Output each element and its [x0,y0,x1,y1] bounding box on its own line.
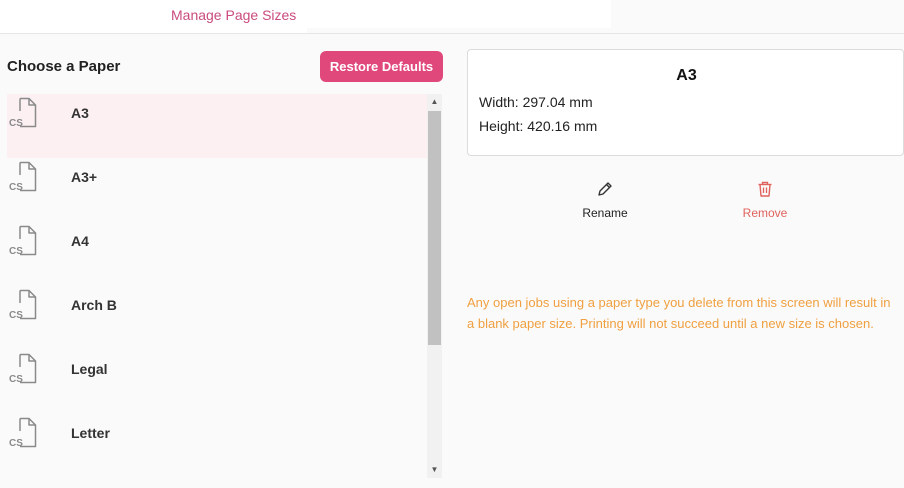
pencil-icon [598,182,612,196]
document-icon-label: CS [9,374,23,385]
paper-list-item-label: Arch B [71,297,117,313]
remove-label: Remove [742,206,788,220]
tab-manage-page-sizes[interactable]: Manage Page Sizes [0,0,307,33]
top-bar: Manage Page Sizes [0,0,904,34]
paper-list-item[interactable]: CS Legal [7,350,427,414]
restore-defaults-button[interactable]: Restore Defaults [320,51,443,82]
scroll-down-arrow-icon[interactable]: ▼ [427,462,442,478]
paper-list-scrollbar[interactable]: ▲ ▼ [427,94,442,478]
document-icon: CS [9,161,37,193]
trash-icon [758,181,772,197]
document-icon: CS [9,417,37,449]
paper-height: Height: 420.16 mm [479,118,598,134]
document-icon: CS [9,289,37,321]
paper-list-item[interactable]: CS A3 [7,94,427,158]
paper-list-item[interactable]: CS Arch B [7,286,427,350]
document-icon-label: CS [9,182,23,193]
paper-list-item[interactable]: CS A4 [7,222,427,286]
paper-list-item-label: A3+ [71,169,98,185]
document-icon-label: CS [9,118,23,129]
remove-button[interactable]: Remove [725,180,805,220]
document-icon-label: CS [9,438,23,449]
paper-list: CS A3 CS A3+ CS A4 CS Arch B CS Legal CS Letter [7,94,427,478]
document-icon: CS [9,97,37,129]
document-icon-label: CS [9,246,23,257]
delete-warning-text: Any open jobs using a paper type you del… [467,295,891,331]
paper-list-item-label: Legal [71,361,108,377]
paper-detail-card: A3 Width: 297.04 mm Height: 420.16 mm [467,49,904,156]
paper-list-item[interactable]: CS Letter [7,414,427,478]
scroll-up-arrow-icon[interactable]: ▲ [427,94,442,110]
paper-list-item-label: Letter [71,425,110,441]
document-icon: CS [9,353,37,385]
document-icon-label: CS [9,310,23,321]
paper-width: Width: 297.04 mm [479,94,593,110]
document-icon: CS [9,225,37,257]
rename-button[interactable]: Rename [565,180,645,220]
top-tab-background [307,0,611,28]
paper-list-item[interactable]: CS A3+ [7,158,427,222]
rename-label: Rename [582,206,628,220]
choose-paper-heading: Choose a Paper [7,58,121,75]
paper-list-item-label: A3 [71,105,89,121]
scroll-thumb[interactable] [428,111,441,345]
paper-list-item-label: A4 [71,233,89,249]
paper-detail-title: A3 [676,67,697,84]
tab-manage-page-sizes-label: Manage Page Sizes [171,7,297,23]
